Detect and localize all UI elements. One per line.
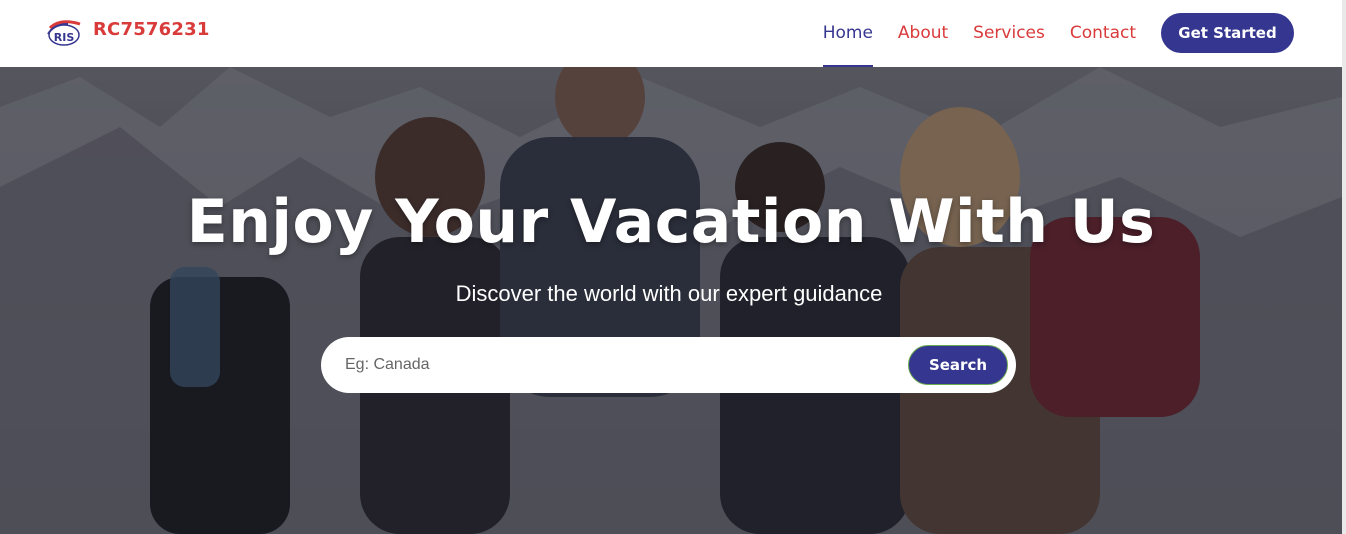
nav-about[interactable]: About (898, 14, 948, 52)
site-header: RIS RC7576231 Home About Services Contac… (0, 0, 1346, 68)
brand[interactable]: RIS RC7576231 (46, 16, 210, 46)
search-button[interactable]: Search (908, 345, 1008, 385)
nav-services[interactable]: Services (973, 14, 1045, 52)
logo: RIS (46, 16, 84, 46)
hero-section: Enjoy Your Vacation With Us Discover the… (0, 67, 1342, 534)
search-input[interactable] (345, 349, 905, 381)
search-bar: Search (321, 337, 1016, 393)
logo-icon: RIS (47, 20, 81, 46)
nav-home[interactable]: Home (822, 14, 874, 68)
brand-name: RC7576231 (93, 19, 210, 40)
main-nav: Home About Services Contact Get Started (822, 13, 1294, 68)
logo-text: RIS (54, 31, 75, 44)
get-started-button[interactable]: Get Started (1161, 13, 1294, 53)
nav-contact[interactable]: Contact (1070, 14, 1136, 52)
hero-subtitle: Discover the world with our expert guida… (455, 281, 883, 306)
page-scrollbar[interactable] (1342, 0, 1346, 534)
hero-title: Enjoy Your Vacation With Us (186, 187, 1156, 257)
